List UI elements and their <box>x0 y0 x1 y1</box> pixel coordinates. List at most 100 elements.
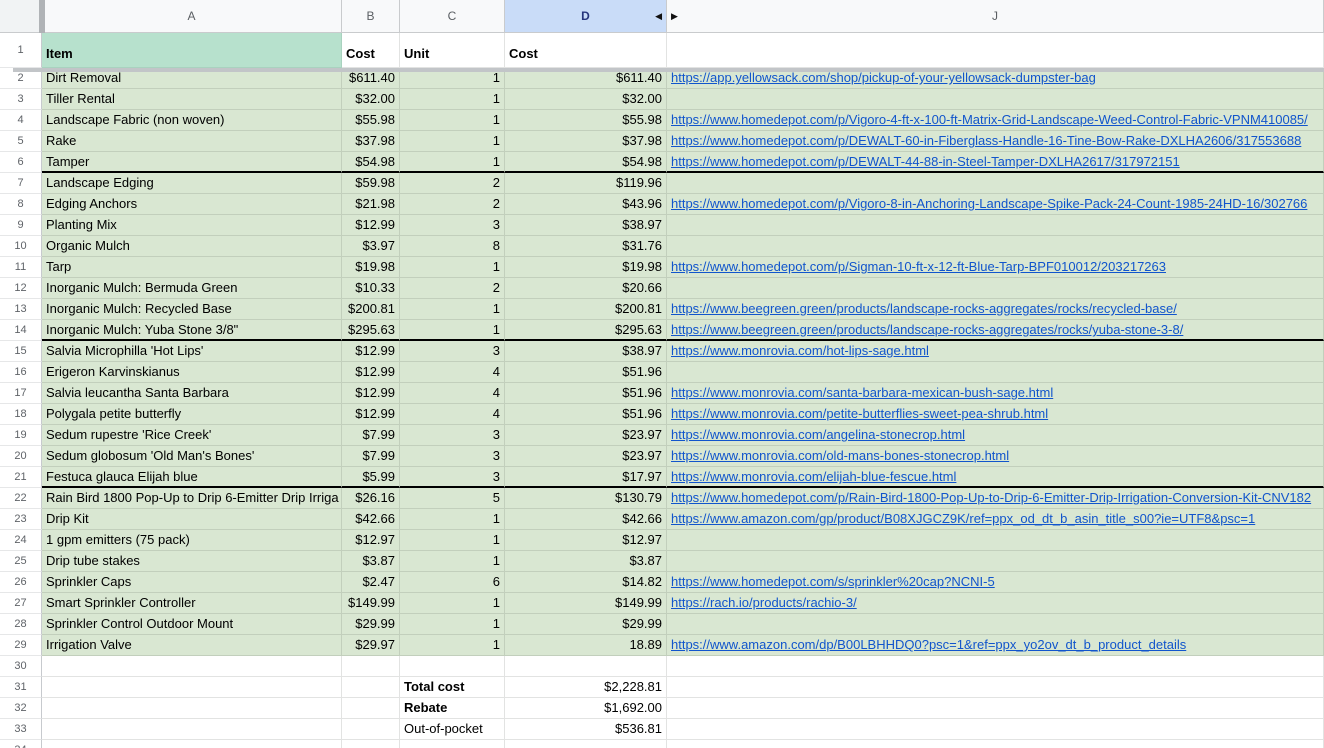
cell-item[interactable]: Organic Mulch <box>42 236 342 257</box>
row-number[interactable]: 27 <box>0 593 42 614</box>
cell-total[interactable]: $1,692.00 <box>505 698 667 719</box>
row-number[interactable]: 4 <box>0 110 42 131</box>
cell-total[interactable]: $42.66 <box>505 509 667 530</box>
cell-total[interactable]: $51.96 <box>505 404 667 425</box>
cell-item[interactable]: Polygala petite butterfly <box>42 404 342 425</box>
cell-cost[interactable]: $12.97 <box>342 530 400 551</box>
product-url-link[interactable]: https://www.amazon.com/gp/product/B08XJG… <box>671 511 1255 526</box>
row-number[interactable]: 7 <box>0 173 42 194</box>
cell-total[interactable]: $17.97 <box>505 467 667 488</box>
cell-cost[interactable]: $37.98 <box>342 131 400 152</box>
row-number[interactable]: 3 <box>0 89 42 110</box>
cell-total[interactable]: $2,228.81 <box>505 677 667 698</box>
cell-total[interactable]: $20.66 <box>505 278 667 299</box>
cell-total[interactable]: $130.79 <box>505 488 667 509</box>
row-number[interactable]: 1 <box>0 33 42 68</box>
cell-item[interactable]: Salvia leucantha Santa Barbara <box>42 383 342 404</box>
row-number[interactable]: 23 <box>0 509 42 530</box>
cell-link[interactable]: https://www.beegreen.green/products/land… <box>667 320 1324 341</box>
cell-link[interactable]: https://www.monrovia.com/petite-butterfl… <box>667 404 1324 425</box>
cell-cost[interactable]: $10.33 <box>342 278 400 299</box>
row-number[interactable]: 19 <box>0 425 42 446</box>
cell-cost[interactable] <box>342 698 400 719</box>
cell-cost[interactable]: $19.98 <box>342 257 400 278</box>
cell-total[interactable]: $23.97 <box>505 446 667 467</box>
cell-total[interactable]: $51.96 <box>505 383 667 404</box>
product-url-link[interactable]: https://www.beegreen.green/products/land… <box>671 301 1177 316</box>
cell-item[interactable]: Inorganic Mulch: Bermuda Green <box>42 278 342 299</box>
row-number[interactable]: 9 <box>0 215 42 236</box>
row-number[interactable]: 24 <box>0 530 42 551</box>
cell-link[interactable] <box>667 551 1324 572</box>
product-url-link[interactable]: https://www.homedepot.com/p/DEWALT-44-88… <box>671 154 1180 169</box>
cell-unit[interactable]: 1 <box>400 635 505 656</box>
row-number[interactable]: 5 <box>0 131 42 152</box>
cell-item[interactable]: Sprinkler Control Outdoor Mount <box>42 614 342 635</box>
cell-cost[interactable] <box>342 677 400 698</box>
cell-link[interactable]: https://www.amazon.com/gp/product/B08XJG… <box>667 509 1324 530</box>
cell-item[interactable]: Inorganic Mulch: Recycled Base <box>42 299 342 320</box>
column-header-d[interactable]: D ◀ <box>505 0 667 33</box>
cell-item[interactable]: Drip tube stakes <box>42 551 342 572</box>
cell-item[interactable] <box>42 698 342 719</box>
cell-link[interactable]: https://www.homedepot.com/p/DEWALT-44-88… <box>667 152 1324 173</box>
cell-link[interactable]: https://www.homedepot.com/p/Sigman-10-ft… <box>667 257 1324 278</box>
row-number[interactable]: 11 <box>0 257 42 278</box>
row-number[interactable]: 8 <box>0 194 42 215</box>
cell-unit[interactable]: Out-of-pocket <box>400 719 505 740</box>
cell-cost[interactable]: $200.81 <box>342 299 400 320</box>
cell-item[interactable]: Planting Mix <box>42 215 342 236</box>
cell-cost[interactable]: $32.00 <box>342 89 400 110</box>
cell-unit[interactable]: 5 <box>400 488 505 509</box>
cell-unit-header[interactable]: Unit <box>400 33 505 68</box>
cell-item[interactable]: Festuca glauca Elijah blue <box>42 467 342 488</box>
cell-total[interactable]: $12.97 <box>505 530 667 551</box>
cell-unit[interactable]: 1 <box>400 530 505 551</box>
cell-link[interactable] <box>667 530 1324 551</box>
cell-link-header[interactable] <box>667 33 1324 68</box>
cell-unit[interactable]: 3 <box>400 341 505 362</box>
cell-item[interactable]: Rake <box>42 131 342 152</box>
cell-total[interactable]: $32.00 <box>505 89 667 110</box>
cell-cost[interactable]: $54.98 <box>342 152 400 173</box>
cell-item[interactable]: Landscape Edging <box>42 173 342 194</box>
row-number[interactable]: 33 <box>0 719 42 740</box>
cell-unit[interactable]: 1 <box>400 89 505 110</box>
cell-item[interactable]: Drip Kit <box>42 509 342 530</box>
cell-link[interactable]: https://www.homedepot.com/p/DEWALT-60-in… <box>667 131 1324 152</box>
product-url-link[interactable]: https://www.homedepot.com/p/Sigman-10-ft… <box>671 259 1166 274</box>
cell-cost[interactable]: $12.99 <box>342 362 400 383</box>
column-header-j[interactable]: J ▶ <box>667 0 1324 33</box>
freeze-column-handle[interactable] <box>39 0 45 33</box>
cell-unit[interactable]: 1 <box>400 299 505 320</box>
cell-unit[interactable]: 3 <box>400 215 505 236</box>
cell-total[interactable] <box>505 656 667 677</box>
cell-cost[interactable]: $7.99 <box>342 446 400 467</box>
cell-item[interactable] <box>42 719 342 740</box>
cell-link[interactable]: https://rach.io/products/rachio-3/ <box>667 593 1324 614</box>
cell-total[interactable] <box>505 740 667 748</box>
cell-item[interactable]: Irrigation Valve <box>42 635 342 656</box>
cell-cost[interactable]: $149.99 <box>342 593 400 614</box>
cell-link[interactable] <box>667 215 1324 236</box>
cell-total[interactable]: $55.98 <box>505 110 667 131</box>
cell-item[interactable]: Tarp <box>42 257 342 278</box>
row-number[interactable]: 16 <box>0 362 42 383</box>
cell-total[interactable]: $14.82 <box>505 572 667 593</box>
cell-link[interactable]: https://www.monrovia.com/elijah-blue-fes… <box>667 467 1324 488</box>
cell-cost[interactable] <box>342 656 400 677</box>
cell-unit[interactable]: 2 <box>400 278 505 299</box>
cell-total[interactable]: $19.98 <box>505 257 667 278</box>
cell-item[interactable] <box>42 677 342 698</box>
row-number[interactable]: 17 <box>0 383 42 404</box>
row-number[interactable]: 15 <box>0 341 42 362</box>
cell-link[interactable] <box>667 278 1324 299</box>
cell-total[interactable]: $31.76 <box>505 236 667 257</box>
cell-cost[interactable]: $29.99 <box>342 614 400 635</box>
row-number[interactable]: 21 <box>0 467 42 488</box>
row-number[interactable]: 32 <box>0 698 42 719</box>
cell-unit[interactable]: 3 <box>400 425 505 446</box>
cell-total[interactable]: $149.99 <box>505 593 667 614</box>
cell-cost[interactable]: $3.87 <box>342 551 400 572</box>
row-number[interactable]: 12 <box>0 278 42 299</box>
